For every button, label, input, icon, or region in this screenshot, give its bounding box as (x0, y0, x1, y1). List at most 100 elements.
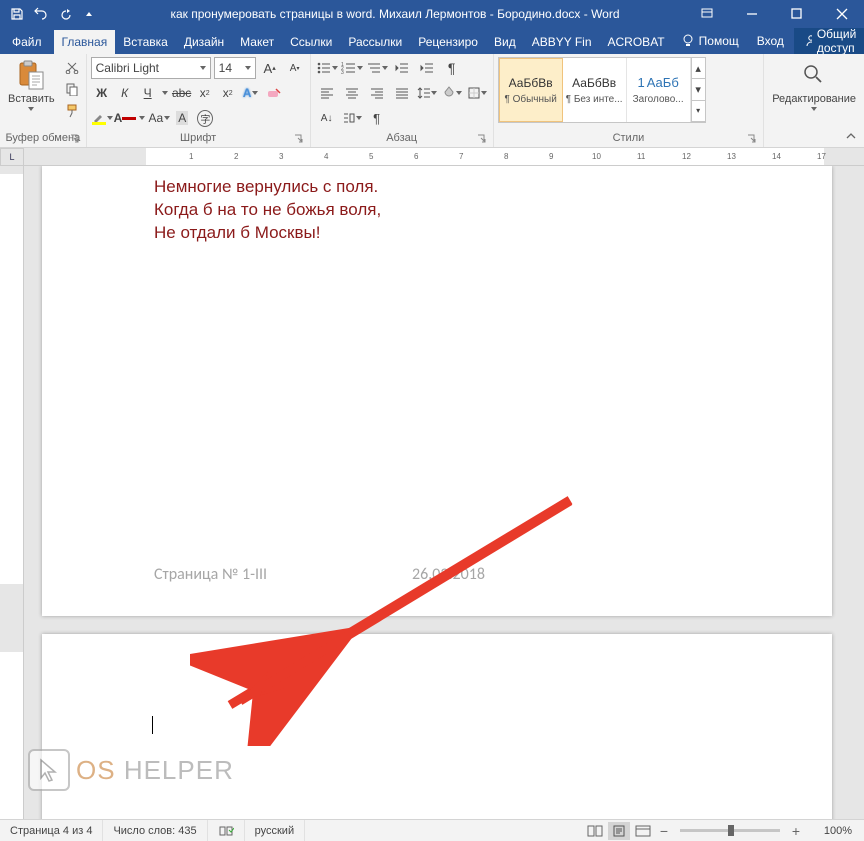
zoom-out-button[interactable]: − (656, 823, 672, 839)
font-name-select[interactable]: Calibri Light (91, 57, 211, 79)
shrink-font-icon[interactable]: A▾ (284, 57, 306, 79)
gallery-up-icon[interactable]: ▴ (692, 58, 705, 79)
zoom-level[interactable]: 100% (806, 825, 856, 837)
clear-formatting-icon[interactable] (263, 82, 285, 104)
document-text[interactable]: Немногие вернулись с поля. Когда б на то… (154, 176, 381, 245)
tab-review[interactable]: Рецензиро (410, 30, 486, 54)
tab-insert[interactable]: Вставка (115, 30, 176, 54)
align-left-icon[interactable] (315, 82, 339, 104)
numbering-icon[interactable]: 123 (340, 57, 364, 79)
tab-design[interactable]: Дизайн (176, 30, 232, 54)
justify-icon[interactable] (390, 82, 414, 104)
qat-customize-icon[interactable] (78, 3, 100, 25)
status-words[interactable]: Число слов: 435 (103, 820, 207, 841)
tab-abbyy[interactable]: ABBYY Fin (524, 30, 600, 54)
text-cursor (152, 716, 153, 734)
copy-icon[interactable] (62, 79, 82, 99)
dialog-launcher-icon[interactable] (477, 134, 487, 144)
dialog-launcher-icon[interactable] (747, 134, 757, 144)
editing-button[interactable]: Редактирование (768, 57, 860, 113)
tab-references[interactable]: Ссылки (282, 30, 340, 54)
font-color-icon[interactable]: A (114, 107, 137, 129)
underline-button[interactable]: Ч (137, 82, 159, 104)
group-font-label: Шрифт (91, 130, 306, 147)
dialog-launcher-icon[interactable] (294, 134, 304, 144)
asian-layout-icon[interactable] (340, 107, 364, 129)
bold-button[interactable]: Ж (91, 82, 113, 104)
cut-icon[interactable] (62, 57, 82, 77)
char-shading-icon[interactable]: A (171, 107, 193, 129)
multilevel-list-icon[interactable] (365, 57, 389, 79)
tab-mailings[interactable]: Рассылки (340, 30, 410, 54)
paragraph-marks-icon[interactable]: ¶ (365, 107, 389, 129)
redo-icon[interactable] (54, 3, 76, 25)
watermark-logo: OS HELPER (28, 749, 234, 791)
status-spellcheck[interactable] (208, 820, 245, 841)
gallery-down-icon[interactable]: ▾ (692, 79, 705, 100)
enclose-char-icon[interactable]: 字 (194, 107, 216, 129)
shading-icon[interactable] (440, 82, 464, 104)
save-icon[interactable] (6, 3, 28, 25)
title-bar: как пронумеровать страницы в word. Михаи… (0, 0, 864, 28)
show-marks-icon[interactable]: ¶ (440, 57, 464, 79)
view-web-icon[interactable] (632, 822, 654, 840)
highlight-color-icon[interactable] (91, 107, 113, 129)
tell-me-button[interactable]: Помощ (673, 34, 747, 48)
ribbon-tabs: Файл Главная Вставка Дизайн Макет Ссылки… (0, 28, 864, 54)
view-read-icon[interactable] (584, 822, 606, 840)
change-case-icon[interactable]: Aa (148, 107, 170, 129)
document-page-2[interactable] (42, 634, 832, 819)
find-icon (798, 59, 830, 91)
format-painter-icon[interactable] (62, 101, 82, 121)
maximize-icon[interactable] (774, 0, 819, 28)
share-button[interactable]: Общий доступ (794, 28, 864, 54)
grow-font-icon[interactable]: A▴ (259, 57, 281, 79)
borders-icon[interactable] (465, 82, 489, 104)
font-size-select[interactable]: 14 (214, 57, 256, 79)
dialog-launcher-icon[interactable] (70, 134, 80, 144)
style-normal[interactable]: АаБбВв ¶ Обычный (499, 58, 563, 122)
sort-icon[interactable]: А↓ (315, 107, 339, 129)
horizontal-ruler[interactable]: 123456789101112131417 (24, 148, 864, 166)
document-page-1[interactable]: Немногие вернулись с поля. Когда б на то… (42, 166, 832, 616)
tab-layout[interactable]: Макет (232, 30, 282, 54)
superscript-button[interactable]: x2 (217, 82, 239, 104)
zoom-slider[interactable] (680, 829, 780, 832)
collapse-ribbon-icon[interactable] (844, 129, 860, 145)
line-spacing-icon[interactable] (415, 82, 439, 104)
minimize-icon[interactable] (729, 0, 774, 28)
gallery-more-icon[interactable]: ▾ (692, 101, 705, 122)
tab-selector[interactable]: L (0, 148, 24, 166)
styles-gallery[interactable]: АаБбВв ¶ Обычный АаБбВв ¶ Без инте... 1А… (498, 57, 706, 123)
text-effects-icon[interactable]: A (240, 82, 262, 104)
style-no-spacing[interactable]: АаБбВв ¶ Без инте... (563, 58, 627, 122)
bullets-icon[interactable] (315, 57, 339, 79)
ribbon-options-icon[interactable] (684, 0, 729, 28)
gallery-scroll[interactable]: ▴ ▾ ▾ (691, 58, 705, 122)
group-paragraph-label: Абзац (315, 130, 489, 147)
tab-acrobat[interactable]: ACROBAT (600, 30, 673, 54)
align-center-icon[interactable] (340, 82, 364, 104)
tell-me-label: Помощ (699, 34, 739, 48)
tab-home[interactable]: Главная (54, 30, 116, 54)
view-print-icon[interactable] (608, 822, 630, 840)
increase-indent-icon[interactable] (415, 57, 439, 79)
status-page[interactable]: Страница 4 из 4 (0, 820, 103, 841)
undo-icon[interactable] (30, 3, 52, 25)
decrease-indent-icon[interactable] (390, 57, 414, 79)
tab-view[interactable]: Вид (486, 30, 524, 54)
vertical-ruler[interactable] (0, 166, 24, 819)
style-heading1[interactable]: 1АаБб Заголово... (627, 58, 691, 122)
subscript-button[interactable]: x2 (194, 82, 216, 104)
group-clipboard-label: Буфер обмена (4, 130, 82, 147)
paste-button[interactable]: Вставить (4, 57, 59, 113)
zoom-in-button[interactable]: + (788, 823, 804, 839)
status-language[interactable]: русский (245, 820, 305, 841)
close-icon[interactable] (819, 0, 864, 28)
tab-file[interactable]: Файл (0, 30, 54, 54)
strikethrough-button[interactable]: abc (171, 82, 193, 104)
login-button[interactable]: Вход (747, 34, 794, 48)
align-right-icon[interactable] (365, 82, 389, 104)
italic-button[interactable]: К (114, 82, 136, 104)
group-clipboard: Вставить Буфер обмена (0, 54, 87, 147)
